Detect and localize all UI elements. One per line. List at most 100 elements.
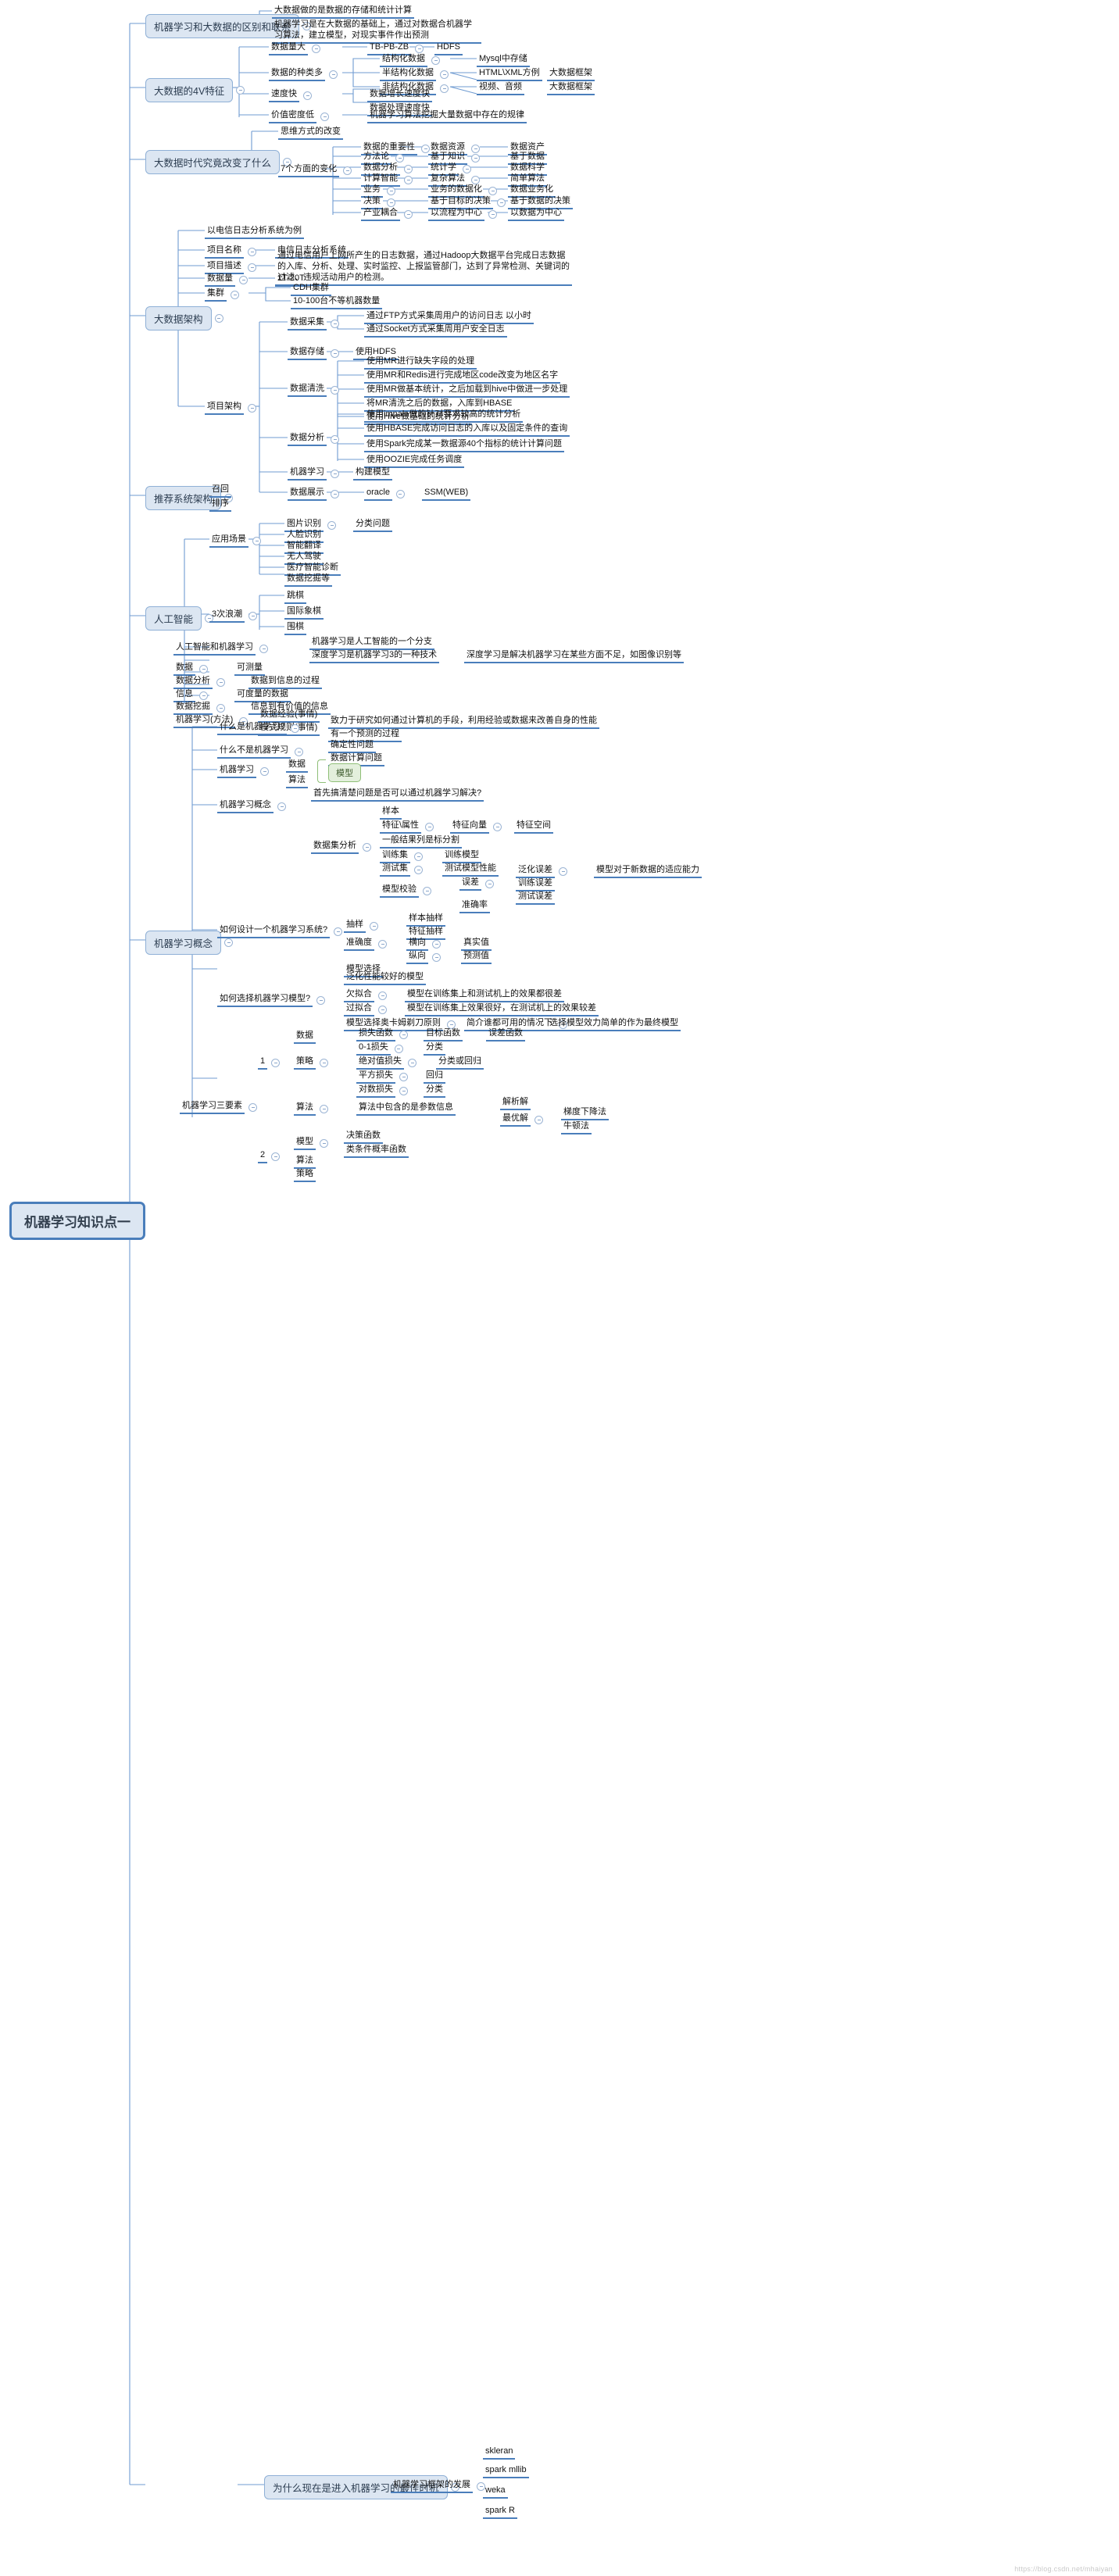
node-ai-measurable[interactable]: 可测量 (234, 662, 265, 676)
node-accuracy[interactable]: 准确率 (459, 899, 490, 913)
collapse-icon[interactable] (488, 186, 497, 195)
node-semistructured[interactable]: 半结构化数据 (380, 67, 449, 81)
node-wave-go[interactable]: 围棋 (284, 621, 306, 635)
node-semistructured-framework[interactable]: 大数据框架 (547, 67, 595, 81)
collapse-icon[interactable] (320, 1138, 328, 1148)
node-ml-algorithm[interactable]: 算法 (286, 774, 308, 788)
node-cluster-cdh[interactable]: CDH集群 (291, 282, 331, 296)
collapse-icon[interactable] (329, 70, 338, 79)
node-wave-chess[interactable]: 国际象棋 (284, 606, 324, 620)
collapse-icon[interactable] (423, 886, 431, 895)
collapse-icon[interactable] (378, 939, 387, 949)
node-spark-r[interactable]: spark R (483, 2505, 517, 2519)
node-occam-result[interactable]: 选择模型效力简单的作为最终模型 (547, 1017, 681, 1031)
collapse-icon[interactable] (216, 703, 225, 713)
node-good-generalization[interactable]: 泛化性能较好的模型 (344, 971, 426, 985)
collapse-icon[interactable] (216, 677, 225, 687)
node-optimal-solution[interactable]: 最优解 (500, 1113, 544, 1127)
node-train-error[interactable]: 训练误差 (516, 877, 555, 891)
node-dl-solves[interactable]: 深度学习是解决机器学习在某些方面不足，如图像识别等 (464, 649, 684, 663)
node-data-cleaning[interactable]: 数据清洗 (288, 383, 340, 397)
collapse-icon[interactable] (471, 153, 480, 163)
topic-label[interactable]: 人工智能 (145, 606, 202, 631)
node-bigdata-definition[interactable]: 大数据做的是数据的存储和统计计算 (272, 5, 414, 19)
node-project-arch-key[interactable]: 项目架构 (205, 401, 257, 415)
collapse-icon[interactable] (199, 664, 208, 673)
node-project-desc-value[interactable]: 通过电信用户上网所产生的日志数据，通过Hadoop大数据平台完成日志数据的入库、… (275, 250, 572, 286)
collapse-icon[interactable] (334, 927, 343, 936)
node-feature-vector[interactable]: 特征向量 (450, 820, 502, 834)
node-g2-algorithm[interactable]: 算法 (294, 1155, 316, 1169)
topic-label[interactable]: 大数据的4V特征 (145, 78, 234, 102)
node-test-error[interactable]: 测试误差 (516, 891, 555, 905)
node-data-collection[interactable]: 数据采集 (288, 316, 340, 330)
node-weka[interactable]: weka (483, 2485, 508, 2499)
node-sq-loss[interactable]: 平方损失 (356, 1070, 409, 1084)
node-change-7a[interactable]: 产业耦合 (361, 207, 413, 221)
collapse-icon[interactable] (408, 1058, 416, 1067)
collapse-icon[interactable] (331, 469, 339, 478)
topic-label[interactable]: 大数据架构 (145, 306, 212, 330)
node-semistructured-html[interactable]: HTML\XML方例 (477, 67, 542, 81)
collapse-icon[interactable] (331, 319, 339, 328)
node-sq-loss-type[interactable]: 回归 (424, 1070, 445, 1084)
node-feature-space[interactable]: 特征空间 (514, 820, 553, 834)
collapse-icon[interactable] (432, 952, 441, 962)
node-variety[interactable]: 数据的种类多 (269, 67, 338, 81)
node-ml-three-elements[interactable]: 机器学习三要素 (180, 1100, 258, 1114)
collapse-icon[interactable] (463, 164, 471, 173)
node-framework-dev[interactable]: 机器学习框架的发展 (391, 2479, 486, 2493)
node-data-analysis[interactable]: 数据分析 (288, 432, 340, 446)
node-wave-checkers[interactable]: 跳棋 (284, 590, 306, 604)
collapse-icon[interactable] (404, 164, 413, 173)
collapse-icon[interactable] (395, 153, 404, 163)
node-objective-function[interactable]: 目标函数 (424, 1027, 463, 1041)
node-cluster-size[interactable]: 10-100台不等机器数量 (291, 295, 383, 309)
collapse-icon[interactable] (378, 1005, 387, 1014)
collapse-icon[interactable] (252, 536, 261, 545)
node-value-mining[interactable]: 机器学习算法挖掘大量数据中存在的规律 (367, 109, 527, 123)
node-log-loss[interactable]: 对数损失 (356, 1084, 409, 1098)
collapse-icon[interactable] (331, 385, 339, 395)
node-g2-strategy[interactable]: 策略 (294, 1168, 316, 1182)
collapse-icon[interactable] (432, 939, 441, 949)
node-seven-changes[interactable]: 7个方面的变化 (278, 163, 352, 177)
node-thinking-change[interactable]: 思维方式的改变 (278, 126, 343, 140)
collapse-icon[interactable] (399, 1086, 408, 1095)
node-how-to-choose[interactable]: 如何选择机器学习模型? (217, 993, 326, 1007)
node-01-loss-type[interactable]: 分类 (424, 1041, 445, 1056)
collapse-icon[interactable] (320, 1104, 328, 1113)
node-display-oracle[interactable]: oracle (364, 487, 406, 501)
node-data-storage[interactable]: 数据存储 (288, 346, 340, 360)
topic-ai[interactable]: 人工智能 (145, 606, 214, 631)
node-analytic-solution[interactable]: 解析解 (500, 1096, 531, 1110)
collapse-icon[interactable] (248, 247, 256, 256)
node-ai-scenarios[interactable]: 应用场景 (209, 534, 262, 548)
node-g1-algorithm[interactable]: 算法 (294, 1102, 329, 1116)
node-train-set[interactable]: 训练集 (380, 849, 424, 863)
collapse-icon[interactable] (199, 691, 208, 700)
collapse-icon[interactable] (414, 852, 423, 861)
collapse-icon[interactable] (239, 275, 248, 284)
collapse-icon[interactable] (399, 1030, 408, 1039)
collapse-icon[interactable] (387, 198, 395, 207)
node-what-is-not-ml[interactable]: 什么不是机器学习 (217, 745, 304, 759)
node-unstructured-media[interactable]: 视频、音频 (477, 81, 524, 95)
node-first-clarify[interactable]: 首先搞清楚问题是否可以通过机器学习解决? (311, 788, 484, 802)
collapse-icon[interactable] (471, 175, 480, 184)
node-volume[interactable]: 数据量大 (269, 41, 321, 55)
node-clean-2[interactable]: 使用MR和Redis进行完成地区code改变为地区名字 (364, 370, 561, 384)
collapse-icon[interactable] (395, 489, 405, 498)
collapse-icon[interactable] (425, 822, 434, 831)
collapse-icon[interactable] (497, 198, 506, 207)
node-structured[interactable]: 结构化数据 (380, 53, 441, 67)
collapse-icon[interactable] (440, 84, 449, 93)
node-group-2[interactable]: 2 (258, 1149, 281, 1163)
node-collect-socket[interactable]: 通过Socket方式采集周用户安全日志 (364, 323, 507, 338)
node-predicted-value[interactable]: 预测值 (461, 950, 492, 964)
collapse-icon[interactable] (363, 842, 371, 852)
collapse-icon[interactable] (316, 995, 326, 1005)
collapse-icon[interactable] (440, 70, 449, 79)
collapse-icon[interactable] (404, 209, 413, 219)
collapse-icon[interactable] (248, 1102, 257, 1112)
